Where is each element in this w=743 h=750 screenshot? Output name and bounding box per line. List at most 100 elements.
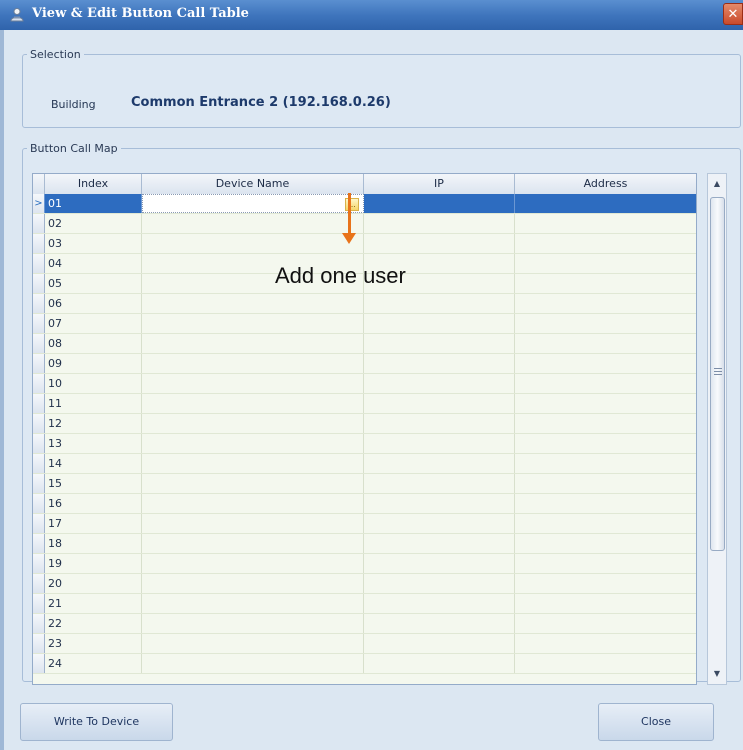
column-header-address[interactable]: Address xyxy=(515,174,696,194)
cell-device-name[interactable] xyxy=(142,594,364,613)
table-row[interactable]: 11 xyxy=(33,394,696,414)
cell-index[interactable]: 16 xyxy=(45,494,142,513)
row-selector[interactable] xyxy=(33,334,45,353)
cell-ip[interactable] xyxy=(364,614,515,633)
cell-device-name[interactable] xyxy=(142,334,364,353)
row-selector[interactable] xyxy=(33,394,45,413)
row-selector[interactable] xyxy=(33,454,45,473)
table-row[interactable]: 23 xyxy=(33,634,696,654)
table-row[interactable]: 19 xyxy=(33,554,696,574)
column-header-device-name[interactable]: Device Name xyxy=(142,174,364,194)
button-call-grid[interactable]: Index Device Name IP Address >01... 02 03 0… xyxy=(32,173,697,685)
cell-address[interactable] xyxy=(515,394,696,413)
row-selector[interactable] xyxy=(33,494,45,513)
cell-index[interactable]: 23 xyxy=(45,634,142,653)
cell-ip[interactable] xyxy=(364,414,515,433)
cell-ip[interactable] xyxy=(364,574,515,593)
cell-device-name[interactable] xyxy=(142,414,364,433)
cell-device-name[interactable] xyxy=(142,654,364,673)
table-row[interactable]: 09 xyxy=(33,354,696,374)
row-selector[interactable] xyxy=(33,414,45,433)
scroll-up-icon[interactable]: ▲ xyxy=(708,174,726,194)
cell-index[interactable]: 17 xyxy=(45,514,142,533)
table-row[interactable]: 10 xyxy=(33,374,696,394)
cell-address[interactable] xyxy=(515,554,696,573)
cell-address[interactable] xyxy=(515,294,696,313)
row-selector[interactable] xyxy=(33,594,45,613)
row-selector[interactable] xyxy=(33,354,45,373)
table-row[interactable]: 06 xyxy=(33,294,696,314)
table-row[interactable]: 18 xyxy=(33,534,696,554)
row-selector[interactable] xyxy=(33,534,45,553)
cell-ip[interactable] xyxy=(364,594,515,613)
scroll-thumb[interactable] xyxy=(710,197,725,551)
cell-address[interactable] xyxy=(515,354,696,373)
cell-address[interactable] xyxy=(515,514,696,533)
cell-index[interactable]: 05 xyxy=(45,274,142,293)
cell-address[interactable] xyxy=(515,614,696,633)
cell-ip[interactable] xyxy=(364,474,515,493)
row-selector[interactable] xyxy=(33,574,45,593)
cell-ip[interactable] xyxy=(364,374,515,393)
table-row[interactable]: 02 xyxy=(33,214,696,234)
cell-address[interactable] xyxy=(515,374,696,393)
cell-ip[interactable] xyxy=(364,634,515,653)
cell-index[interactable]: 21 xyxy=(45,594,142,613)
cell-ip[interactable] xyxy=(364,334,515,353)
table-row[interactable]: 13 xyxy=(33,434,696,454)
row-selector[interactable] xyxy=(33,634,45,653)
table-row[interactable]: 17 xyxy=(33,514,696,534)
table-row[interactable]: 24 xyxy=(33,654,696,674)
cell-address[interactable] xyxy=(515,434,696,453)
cell-address[interactable] xyxy=(515,194,696,213)
cell-index[interactable]: 11 xyxy=(45,394,142,413)
cell-ip[interactable] xyxy=(364,394,515,413)
row-selector[interactable] xyxy=(33,654,45,673)
cell-device-name[interactable] xyxy=(142,214,364,233)
cell-address[interactable] xyxy=(515,574,696,593)
cell-device-name[interactable] xyxy=(142,234,364,253)
row-selector[interactable] xyxy=(33,374,45,393)
cell-index[interactable]: 14 xyxy=(45,454,142,473)
row-selector[interactable] xyxy=(33,434,45,453)
cell-device-name[interactable] xyxy=(142,614,364,633)
cell-device-name[interactable] xyxy=(142,534,364,553)
cell-ip[interactable] xyxy=(364,234,515,253)
cell-index[interactable]: 08 xyxy=(45,334,142,353)
cell-index[interactable]: 18 xyxy=(45,534,142,553)
cell-address[interactable] xyxy=(515,494,696,513)
cell-device-name[interactable] xyxy=(142,634,364,653)
cell-device-name[interactable] xyxy=(142,434,364,453)
table-row[interactable]: 08 xyxy=(33,334,696,354)
write-to-device-button[interactable]: Write To Device xyxy=(20,703,173,741)
table-row[interactable]: 15 xyxy=(33,474,696,494)
cell-ip[interactable] xyxy=(364,454,515,473)
table-row[interactable]: 21 xyxy=(33,594,696,614)
cell-index[interactable]: 09 xyxy=(45,354,142,373)
cell-index[interactable]: 07 xyxy=(45,314,142,333)
cell-ip[interactable] xyxy=(364,314,515,333)
cell-ip[interactable] xyxy=(364,294,515,313)
row-selector[interactable] xyxy=(33,614,45,633)
column-header-ip[interactable]: IP xyxy=(364,174,515,194)
cell-address[interactable] xyxy=(515,334,696,353)
cell-address[interactable] xyxy=(515,254,696,273)
cell-device-name[interactable]: ... xyxy=(142,194,364,213)
row-selector[interactable] xyxy=(33,254,45,273)
cell-device-name[interactable] xyxy=(142,574,364,593)
cell-address[interactable] xyxy=(515,654,696,673)
cell-index[interactable]: 03 xyxy=(45,234,142,253)
cell-index[interactable]: 01 xyxy=(45,194,142,213)
cell-device-name[interactable] xyxy=(142,454,364,473)
cell-device-name[interactable] xyxy=(142,474,364,493)
cell-ip[interactable] xyxy=(364,494,515,513)
row-selector[interactable] xyxy=(33,294,45,313)
cell-address[interactable] xyxy=(515,234,696,253)
row-selector[interactable] xyxy=(33,554,45,573)
cell-index[interactable]: 19 xyxy=(45,554,142,573)
row-selector[interactable] xyxy=(33,514,45,533)
cell-index[interactable]: 22 xyxy=(45,614,142,633)
cell-device-name[interactable] xyxy=(142,494,364,513)
cell-address[interactable] xyxy=(515,454,696,473)
cell-index[interactable]: 04 xyxy=(45,254,142,273)
